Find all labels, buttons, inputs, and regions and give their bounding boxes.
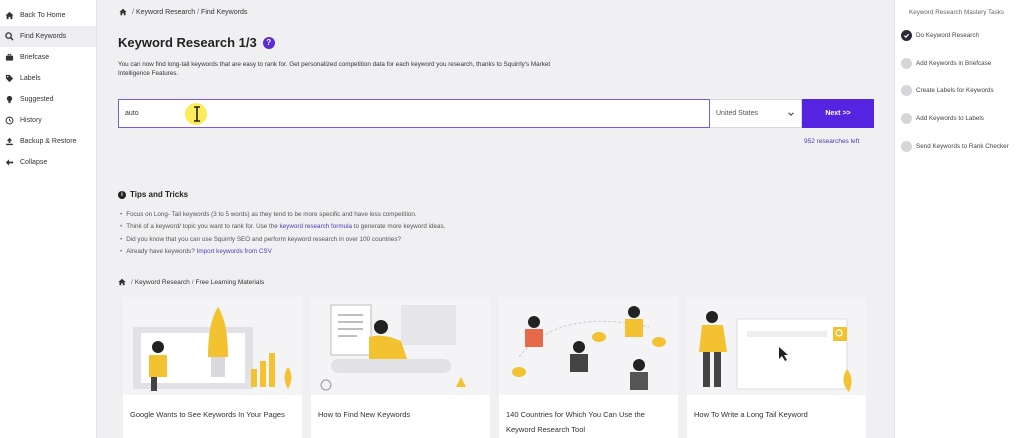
search-icon [5, 32, 14, 41]
country-select[interactable]: United States [710, 99, 802, 128]
intro-text: You can now find long-tail keywords that… [118, 61, 551, 77]
task-label: Create Labels for Keywords [916, 86, 994, 94]
task-add-keywords-briefcase[interactable]: Add Keywords in Briefcase [901, 56, 991, 70]
sidebar-item-label: Find Keywords [20, 33, 67, 40]
home-icon[interactable] [119, 8, 127, 16]
learning-card[interactable]: Google Wants to See Keywords In Your Pag… [123, 297, 302, 438]
tasks-panel-title: Keyword Research Mastery Tasks [909, 9, 1005, 16]
breadcrumb-keyword-research[interactable]: Keyword Research [136, 9, 195, 16]
breadcrumb-separator: / [131, 278, 133, 286]
tips-list: Focus on Long- Tail keywords (3 to 5 wor… [120, 209, 445, 258]
country-select-value: United States [716, 110, 759, 117]
main-content: / Keyword Research / Find Keywords Keywo… [97, 0, 894, 438]
tips-title-text: Tips and Tricks [130, 190, 189, 199]
sidebar-item-label: Backup & Restore [20, 138, 77, 145]
card-title: 140 Countries for Which You Can Use the … [506, 410, 645, 434]
card-illustration [311, 297, 490, 395]
text-cursor-icon [194, 106, 200, 122]
keyword-research-formula-link[interactable]: keyword research formula [280, 223, 352, 230]
sidebar-item-label: Collapse [20, 159, 48, 166]
learning-breadcrumb: / Keyword Research / Free Learning Mater… [118, 278, 264, 286]
breadcrumb-find-keywords: Find Keywords [201, 8, 248, 16]
card-title: Google Wants to See Keywords In Your Pag… [130, 410, 285, 419]
home-icon[interactable] [118, 278, 126, 286]
researches-left-link[interactable]: 952 researches left [804, 138, 859, 145]
sidebar-item-label: History [20, 117, 42, 124]
lightbulb-icon [5, 95, 14, 104]
learning-card[interactable]: How to Find New Keywords [311, 297, 490, 438]
sidebar-item-labels[interactable]: Labels [0, 68, 96, 89]
check-icon [901, 29, 912, 41]
sidebar-item-backup-restore[interactable]: Backup & Restore [0, 131, 96, 152]
task-label: Add Keywords in Briefcase [916, 59, 992, 67]
card-title: How To Write a Long Tail Keyword [694, 410, 808, 419]
help-icon[interactable]: ? [262, 36, 275, 49]
info-icon: i [118, 190, 126, 199]
task-label: Do Keyword Research [916, 31, 979, 39]
next-button[interactable]: Next >> [802, 99, 874, 128]
sidebar-item-suggested[interactable]: Suggested [0, 89, 96, 110]
learning-cards: Google Wants to See Keywords In Your Pag… [123, 297, 875, 438]
check-icon [901, 57, 912, 69]
list-item: Focus on Long- Tail keywords (3 to 5 wor… [120, 209, 445, 221]
card-illustration [123, 297, 302, 395]
learning-card[interactable]: How To Write a Long Tail Keyword [687, 297, 866, 438]
card-illustration [687, 297, 866, 395]
list-item: Did you know that you can use Squirrly S… [120, 234, 445, 246]
card-illustration [499, 297, 678, 395]
sidebar-item-history[interactable]: History [0, 110, 96, 131]
list-item: Think of a keyword/ topic you want to ra… [120, 221, 445, 233]
search-row: United States Next >> [118, 99, 874, 128]
list-item: Already have keywords? Import keywords f… [120, 246, 445, 258]
breadcrumb-separator: / [197, 8, 200, 16]
sidebar-item-collapse[interactable]: Collapse [0, 152, 96, 173]
sidebar-item-briefcase[interactable]: Briefcase [0, 47, 96, 68]
breadcrumb-separator: / [191, 278, 194, 286]
breadcrumb: / Keyword Research / Find Keywords [119, 8, 247, 16]
breadcrumb-keyword-research[interactable]: Keyword Research [135, 279, 190, 286]
task-label: Add Keywords to Labels [916, 114, 984, 122]
task-add-keywords-labels[interactable]: Add Keywords to Labels [901, 111, 984, 125]
page-title-text: Keyword Research 1/3 [118, 35, 257, 50]
arrow-left-icon [5, 158, 14, 167]
sidebar-item-label: Labels [20, 75, 41, 82]
tag-icon [5, 74, 14, 83]
sidebar-item-back-to-home[interactable]: Back To Home [0, 5, 96, 26]
history-icon [5, 116, 14, 125]
sidebar: Back To Home Find Keywords Briefcase Lab… [0, 0, 97, 438]
breadcrumb-separator: / [132, 8, 134, 16]
home-icon [5, 11, 14, 20]
briefcase-icon [5, 53, 14, 62]
sidebar-item-label: Back To Home [20, 12, 66, 19]
chevron-down-icon [788, 111, 794, 116]
upload-icon [5, 137, 14, 146]
import-keywords-csv-link[interactable]: Import keywords from CSV [197, 248, 272, 255]
card-title: How to Find New Keywords [318, 410, 411, 419]
tips-title: i Tips and Tricks [118, 190, 188, 199]
task-label: Send Keywords to Rank Checker [916, 142, 1009, 150]
task-do-keyword-research[interactable]: Do Keyword Research [901, 28, 979, 42]
check-icon [901, 84, 912, 96]
check-icon [901, 140, 912, 152]
tasks-panel: Keyword Research Mastery Tasks Do Keywor… [894, 0, 1024, 438]
breadcrumb-free-learning-materials: Free Learning Materials [195, 278, 265, 286]
task-send-rank-checker[interactable]: Send Keywords to Rank Checker [901, 139, 1009, 153]
sidebar-item-label: Briefcase [20, 54, 50, 61]
page-title: Keyword Research 1/3 ? [118, 35, 275, 50]
sidebar-item-label: Suggested [20, 96, 54, 103]
task-create-labels[interactable]: Create Labels for Keywords [901, 83, 994, 97]
check-icon [901, 112, 912, 124]
learning-card[interactable]: 140 Countries for Which You Can Use the … [499, 297, 678, 438]
sidebar-item-find-keywords[interactable]: Find Keywords [0, 26, 96, 47]
